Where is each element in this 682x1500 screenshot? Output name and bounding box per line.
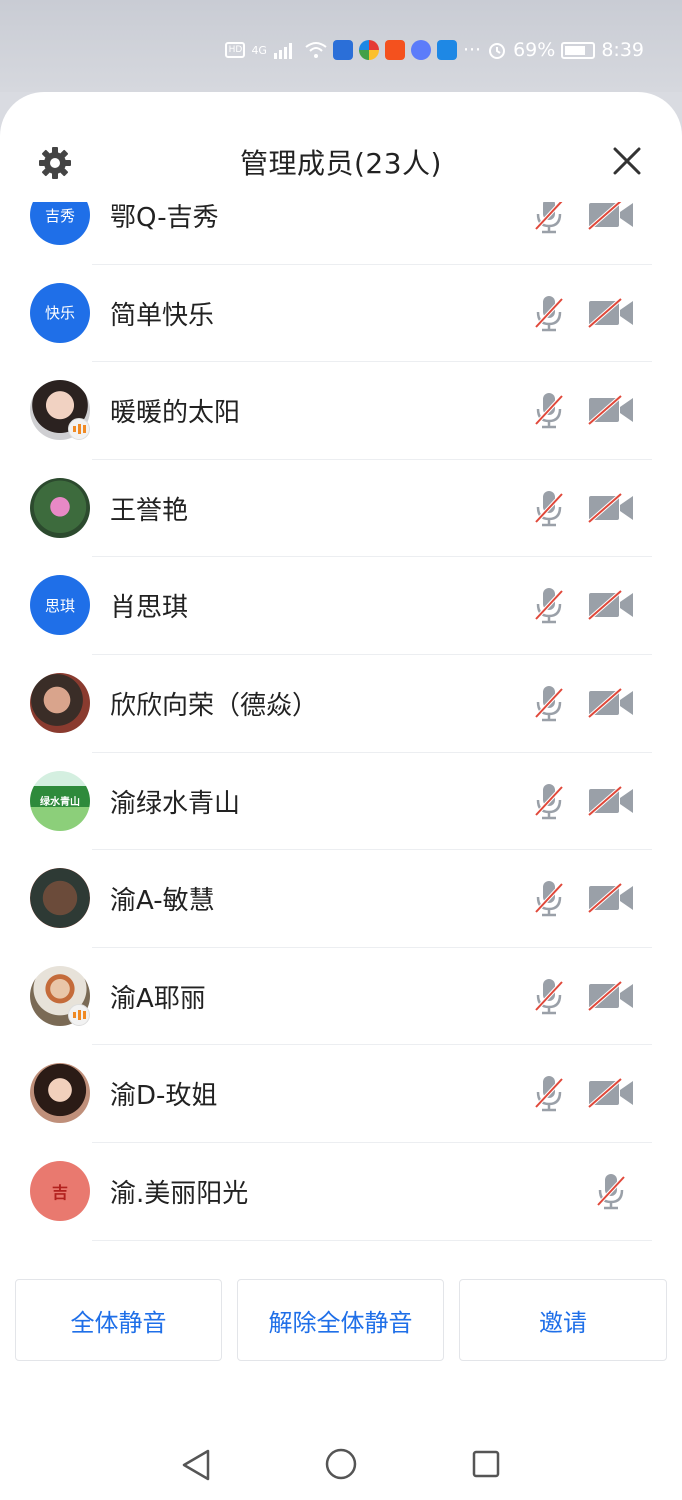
member-row[interactable]: 渝A耶丽 [0,948,682,1046]
close-icon[interactable] [612,146,642,176]
hd-icon: HD [225,42,246,58]
mic-muted-icon[interactable] [532,683,566,723]
battery-percent: 69% [513,39,556,61]
speaking-indicator-icon [68,418,90,441]
camera-off-icon[interactable] [587,589,635,621]
app-notification-icon [436,40,457,60]
camera-off-icon[interactable] [587,202,635,231]
divider [92,1239,652,1241]
member-row[interactable]: 欣欣向荣（德焱） [0,655,682,753]
battery-icon [561,41,596,59]
app-notification-icon [410,40,431,60]
camera-off-icon[interactable] [587,785,635,817]
app-notification-icon [332,40,353,60]
unmute-all-button[interactable]: 解除全体静音 [237,1279,444,1361]
member-row[interactable]: 渝A-敏慧 [0,850,682,948]
mic-muted-icon[interactable] [532,878,566,918]
member-name: 渝D-玫姐 [110,1081,218,1112]
member-list[interactable]: 吉秀 鄂Q-吉秀 快乐 简单快乐 暖暖的太阳 王誉艳 思琪 肖思琪 欣欣向荣（德焱） 绿水青山 渝绿… [0,202,682,1252]
status-bar: HD 4G ··· 69% 8:39 [0,0,682,92]
camera-off-icon[interactable] [587,492,635,524]
camera-off-icon[interactable] [587,394,635,426]
member-name: 王誉艳 [110,495,189,526]
mic-muted-icon[interactable] [532,293,566,333]
recent-apps-icon[interactable] [472,1450,500,1478]
app-notification-icon [384,40,405,60]
avatar [30,868,90,929]
avatar [30,477,90,538]
signal-icon [273,43,292,59]
mic-muted-icon[interactable] [532,1073,566,1113]
mic-muted-icon[interactable] [532,781,566,821]
member-name: 渝A耶丽 [110,983,206,1014]
mic-muted-icon[interactable] [594,1171,628,1211]
manage-members-sheet: 管理成员(23人) 吉秀 鄂Q-吉秀 快乐 简单快乐 暖暖的太阳 王誉艳 思琪 肖思琪 欣欣向荣… [0,92,682,1500]
wifi-icon [305,42,327,58]
avatar: 快乐 [30,282,90,343]
mic-muted-icon[interactable] [532,202,566,235]
back-icon[interactable] [180,1448,212,1482]
avatar [30,672,90,733]
member-name: 暖暖的太阳 [110,398,241,429]
member-name: 渝A-敏慧 [110,886,215,917]
member-name: 渝绿水青山 [110,788,241,819]
member-row[interactable]: 王誉艳 [0,460,682,558]
member-row[interactable]: 快乐 简单快乐 [0,265,682,363]
mute-all-button[interactable]: 全体静音 [15,1279,222,1361]
sheet-header: 管理成员(23人) [0,132,682,196]
speaking-indicator-icon [68,1003,90,1026]
camera-off-icon[interactable] [587,1077,635,1109]
avatar: 绿水青山 [30,770,90,831]
invite-button[interactable]: 邀请 [459,1279,667,1361]
member-row[interactable]: 绿水青山 渝绿水青山 [0,753,682,851]
avatar: 吉秀 [30,202,90,245]
clock: 8:39 [601,39,644,61]
status-icons: HD 4G ··· 69% 8:39 [225,36,644,64]
member-name: 肖思琪 [110,593,189,624]
more-notifications: ··· [462,39,482,61]
member-name: 简单快乐 [110,300,215,331]
mic-muted-icon[interactable] [532,976,566,1016]
app-notification-icon [358,40,379,60]
alarm-icon [489,43,506,59]
camera-off-icon[interactable] [587,882,635,914]
camera-off-icon[interactable] [587,980,635,1012]
member-name: 欣欣向荣（德焱） [110,690,319,721]
avatar: 吉 [30,1160,90,1221]
mic-muted-icon[interactable] [532,390,566,430]
member-name: 鄂Q-吉秀 [110,203,219,233]
avatar [30,1063,90,1124]
system-nav-bar [0,1408,682,1500]
mic-muted-icon[interactable] [532,585,566,625]
member-row[interactable]: 吉秀 鄂Q-吉秀 [0,202,682,265]
member-row[interactable]: 思琪 肖思琪 [0,557,682,655]
action-bar: 全体静音 解除全体静音 邀请 [0,1279,682,1363]
network-label: 4G [251,43,267,57]
member-name: 渝.美丽阳光 [110,1178,249,1209]
page-title: 管理成员(23人) [240,147,442,180]
avatar: 思琪 [30,575,90,636]
member-row[interactable]: 暖暖的太阳 [0,362,682,460]
home-icon[interactable] [325,1448,357,1480]
mic-muted-icon[interactable] [532,488,566,528]
camera-off-icon[interactable] [587,297,635,329]
member-row[interactable]: 吉渝.美丽阳光 [0,1143,682,1241]
camera-off-icon[interactable] [587,687,635,719]
member-row[interactable]: 渝D-玫姐 [0,1045,682,1143]
